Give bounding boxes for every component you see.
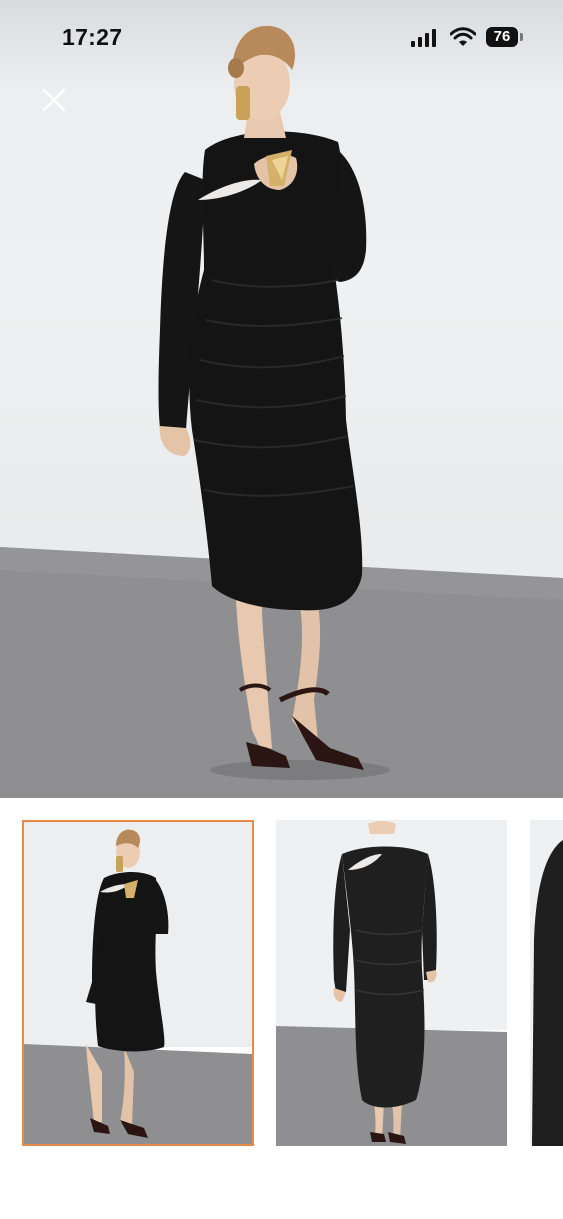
product-main-image[interactable] — [0, 0, 563, 798]
thumbnail-strip — [0, 798, 563, 1219]
thumbnail-3[interactable] — [530, 820, 563, 1146]
signal-icon — [411, 29, 436, 47]
thumbnail-1-image — [24, 822, 252, 1144]
close-icon — [42, 88, 66, 112]
thumbnail-1[interactable] — [22, 820, 254, 1146]
battery-cap — [520, 33, 523, 41]
battery-level: 76 — [493, 28, 511, 45]
battery-icon: 76 — [486, 27, 518, 47]
status-time: 17:27 — [62, 24, 123, 50]
wifi-icon — [450, 27, 476, 46]
model-photo — [0, 25, 563, 798]
close-button[interactable] — [38, 84, 70, 116]
thumbnail-2-image — [276, 820, 507, 1146]
status-bar: 17:27 76 — [0, 0, 563, 76]
thumbnail-2[interactable] — [276, 820, 507, 1146]
thumbnail-3-image — [530, 820, 563, 1146]
